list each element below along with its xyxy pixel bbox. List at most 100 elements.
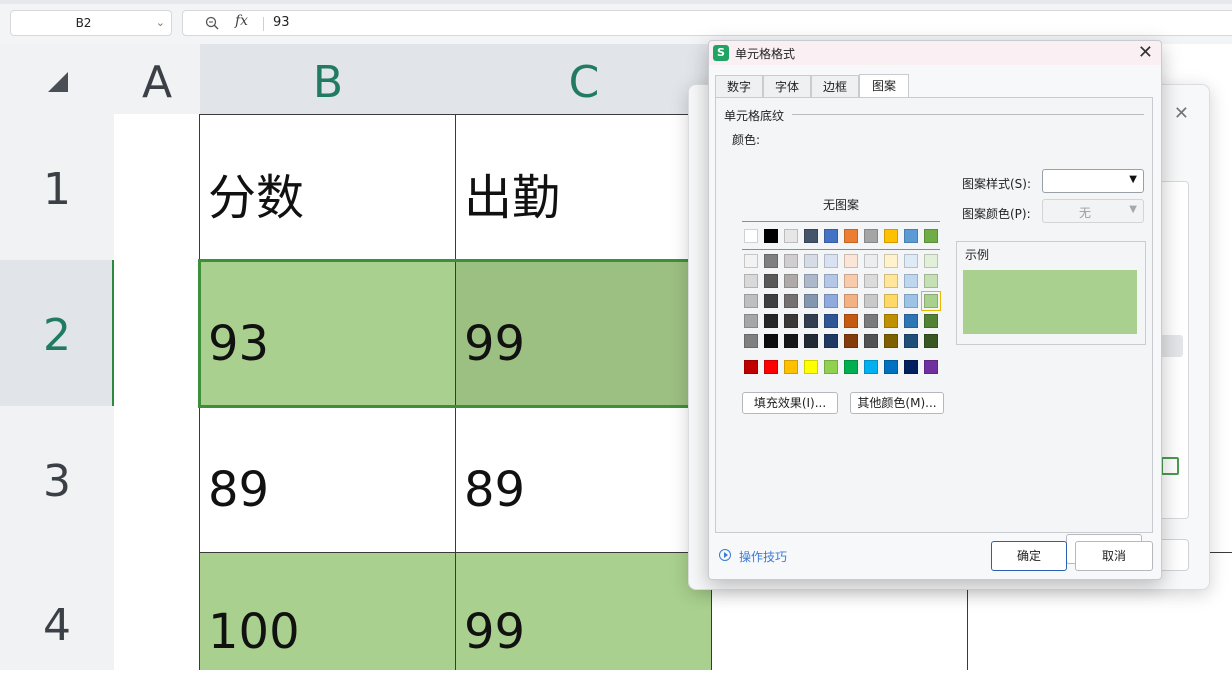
color-swatch[interactable] [924, 254, 938, 268]
color-swatch[interactable] [764, 274, 778, 288]
color-swatch[interactable] [744, 254, 758, 268]
color-swatch[interactable] [744, 274, 758, 288]
color-swatch[interactable] [804, 334, 818, 348]
color-swatch[interactable] [904, 229, 918, 243]
color-swatch[interactable] [844, 334, 858, 348]
color-swatch[interactable] [764, 254, 778, 268]
color-swatch[interactable] [884, 360, 898, 374]
select-all-corner[interactable] [0, 44, 114, 114]
color-swatch[interactable] [844, 294, 858, 308]
formula-input[interactable]: fx 93 [182, 10, 1232, 36]
zoom-icon[interactable] [205, 16, 219, 30]
color-swatch[interactable] [804, 314, 818, 328]
color-swatch[interactable] [844, 254, 858, 268]
color-swatch[interactable] [921, 291, 941, 311]
color-swatch[interactable] [864, 274, 878, 288]
color-swatch[interactable] [924, 360, 938, 374]
ok-button[interactable]: 确定 [991, 541, 1067, 571]
column-header-b[interactable]: B [200, 44, 456, 114]
cancel-button[interactable]: 取消 [1075, 541, 1153, 571]
color-swatch[interactable] [764, 314, 778, 328]
color-swatch[interactable] [804, 294, 818, 308]
fill-effects-button[interactable]: 填充效果(I)... [742, 392, 838, 414]
color-swatch[interactable] [784, 294, 798, 308]
cell-c4[interactable]: 99 [456, 552, 712, 670]
row-header-1[interactable]: 1 [0, 114, 114, 260]
color-swatch[interactable] [744, 334, 758, 348]
color-swatch[interactable] [924, 314, 938, 328]
color-swatch[interactable] [844, 229, 858, 243]
color-swatch[interactable] [784, 229, 798, 243]
color-swatch[interactable] [744, 229, 758, 243]
color-swatch[interactable] [904, 274, 918, 288]
color-swatch[interactable] [844, 360, 858, 374]
color-swatch[interactable] [864, 360, 878, 374]
row-header-4[interactable]: 4 [0, 552, 114, 670]
color-swatch[interactable] [904, 254, 918, 268]
color-swatch[interactable] [824, 274, 838, 288]
color-swatch[interactable] [804, 360, 818, 374]
color-swatch[interactable] [744, 314, 758, 328]
function-icon[interactable]: fx [235, 13, 248, 29]
color-swatch[interactable] [924, 274, 938, 288]
pattern-style-select[interactable]: ▼ [1042, 169, 1144, 193]
color-swatch[interactable] [924, 334, 938, 348]
color-swatch[interactable] [844, 314, 858, 328]
color-swatch[interactable] [744, 360, 758, 374]
color-swatch[interactable] [864, 229, 878, 243]
color-swatch[interactable] [884, 294, 898, 308]
color-swatch[interactable] [884, 314, 898, 328]
column-header-a[interactable]: A [114, 44, 200, 114]
color-swatch[interactable] [864, 294, 878, 308]
tab-border[interactable]: 边框 [811, 75, 859, 97]
color-swatch[interactable] [824, 314, 838, 328]
color-swatch[interactable] [884, 274, 898, 288]
color-swatch[interactable] [844, 274, 858, 288]
tab-pattern[interactable]: 图案 [859, 74, 909, 98]
color-swatch[interactable] [764, 334, 778, 348]
no-pattern-option[interactable]: 无图案 [744, 196, 938, 213]
cell-c1[interactable]: 出勤 [456, 114, 712, 260]
color-swatch[interactable] [884, 229, 898, 243]
color-swatch[interactable] [784, 360, 798, 374]
color-swatch[interactable] [824, 360, 838, 374]
color-swatch[interactable] [824, 254, 838, 268]
color-swatch[interactable] [804, 274, 818, 288]
color-swatch[interactable] [764, 229, 778, 243]
close-icon[interactable]: ✕ [1138, 41, 1153, 65]
pattern-color-select[interactable]: 无 ▼ [1042, 199, 1144, 223]
color-swatch[interactable] [864, 314, 878, 328]
color-swatch[interactable] [784, 254, 798, 268]
cell-b1[interactable]: 分数 [200, 114, 456, 260]
column-header-c[interactable]: C [456, 44, 712, 114]
color-swatch[interactable] [924, 229, 938, 243]
color-swatch[interactable] [804, 254, 818, 268]
tab-number[interactable]: 数字 [715, 75, 763, 97]
tips-link[interactable]: 操作技巧 [739, 548, 787, 565]
color-swatch[interactable] [864, 334, 878, 348]
color-swatch[interactable] [904, 314, 918, 328]
cell-b3[interactable]: 89 [200, 406, 456, 552]
color-swatch[interactable] [884, 254, 898, 268]
chevron-down-icon[interactable]: ⌄ [156, 11, 165, 35]
color-swatch[interactable] [864, 254, 878, 268]
color-swatch[interactable] [784, 314, 798, 328]
color-swatch[interactable] [904, 360, 918, 374]
color-swatch[interactable] [824, 294, 838, 308]
play-circle-icon[interactable] [719, 549, 731, 561]
tab-font[interactable]: 字体 [763, 75, 811, 97]
color-swatch[interactable] [884, 334, 898, 348]
color-swatch[interactable] [784, 334, 798, 348]
cell-c3[interactable]: 89 [456, 406, 712, 552]
color-swatch[interactable] [744, 294, 758, 308]
color-swatch[interactable] [904, 334, 918, 348]
color-swatch[interactable] [764, 294, 778, 308]
color-swatch[interactable] [764, 360, 778, 374]
close-icon[interactable]: ✕ [1174, 103, 1189, 124]
cell-b4[interactable]: 100 [200, 552, 456, 670]
color-swatch[interactable] [824, 229, 838, 243]
color-swatch[interactable] [804, 229, 818, 243]
color-swatch[interactable] [904, 294, 918, 308]
more-colors-button[interactable]: 其他颜色(M)... [850, 392, 944, 414]
table-icon[interactable] [1161, 457, 1179, 475]
